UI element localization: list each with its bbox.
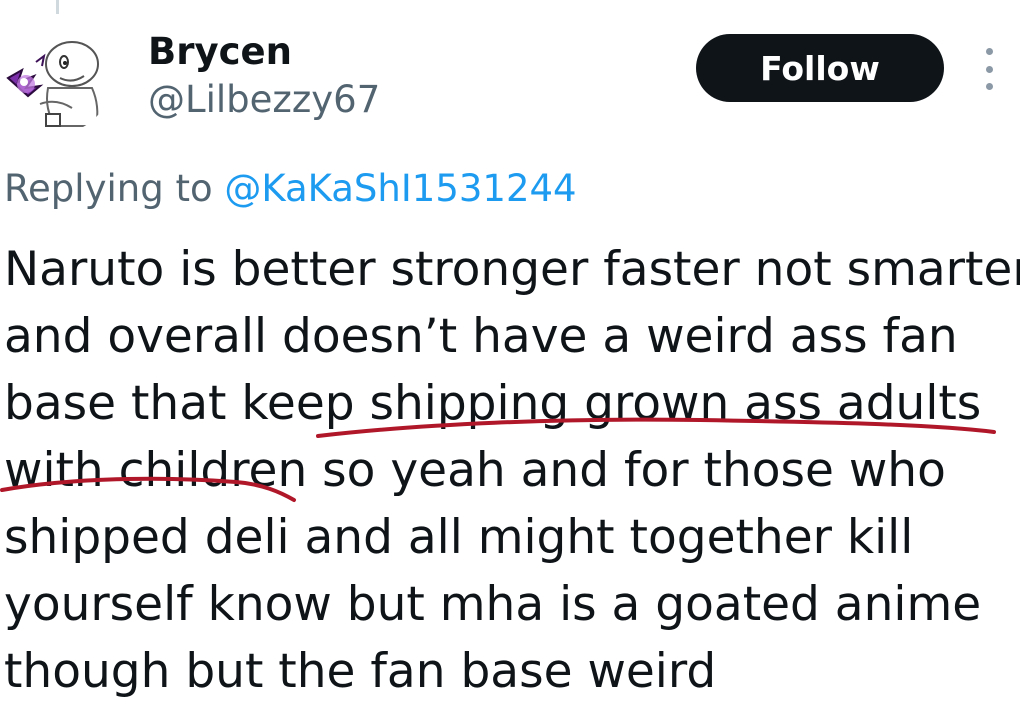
replying-to-label: Replying to [4,167,225,210]
more-vertical-icon-dot [985,83,993,90]
avatar[interactable] [0,22,112,134]
follow-button[interactable]: Follow [696,34,944,102]
tweet-text: Naruto is better stronger faster not sma… [4,236,1020,705]
tweet-text-line: shipped deli and all might together kill [4,510,914,565]
more-vertical-icon [985,48,993,55]
tweet-text-line: though but the fan base weird [4,644,717,699]
more-options-button[interactable] [976,48,1002,90]
more-vertical-icon-dot [985,65,993,73]
replying-to: Replying to @KaKaShI1531244 [4,166,577,212]
tweet-text-line: with children so yeah and for those who [4,443,946,498]
tweet-text-line: and overall doesn’t have a weird ass fan [4,309,958,364]
tweet-text-line: base that keep shipping grown ass adults [4,376,982,431]
author-handle[interactable]: @Lilbezzy67 [148,78,380,122]
reply-mention-link[interactable]: @KaKaShI1531244 [224,167,576,210]
author-name[interactable]: Brycen [148,30,292,74]
tweet-text-line: Naruto is better stronger faster not sma… [4,242,1020,297]
tweet-text-line: yourself know but mha is a goated anime [4,577,982,632]
avatar-sketch-image [6,41,99,127]
thread-connector-line [56,0,59,14]
